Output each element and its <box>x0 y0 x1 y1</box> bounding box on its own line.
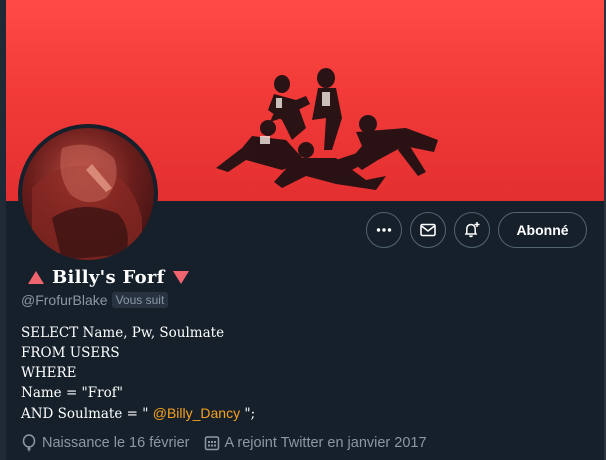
bell-plus-icon <box>464 222 480 238</box>
join-date-text: A rejoint Twitter en janvier 2017 <box>224 435 427 451</box>
profile-meta: Naissance le 16 février A rejoint Twitte… <box>21 433 441 453</box>
avatar-image <box>32 144 142 260</box>
calendar-icon <box>204 436 219 451</box>
bio-line: Name = "Frof" <box>21 385 123 401</box>
notifications-button[interactable] <box>454 212 490 248</box>
more-options-button[interactable] <box>366 212 402 248</box>
message-button[interactable] <box>410 212 446 248</box>
bio-text: "; <box>240 406 256 422</box>
following-button[interactable]: Abonné <box>498 212 587 248</box>
envelope-icon <box>420 223 436 237</box>
profile-header: Abonné Billy's Forf @FrofurBlake Vous su… <box>0 0 606 460</box>
bio-line: AND Soulmate = " @Billy_Dancy "; <box>21 403 255 424</box>
follows-you-badge: Vous suit <box>111 292 169 308</box>
more-horizontal-icon <box>376 228 392 232</box>
handle-row: @FrofurBlake Vous suit <box>21 291 169 309</box>
display-name: Billy's Forf <box>52 266 165 288</box>
birthdate-item: Naissance le 16 février <box>21 434 190 452</box>
triangle-down-icon <box>172 270 189 284</box>
birthdate-text: Naissance le 16 février <box>42 435 190 451</box>
display-name-row: Billy's Forf <box>22 265 189 289</box>
mention-link[interactable]: @Billy_Dancy <box>153 405 240 421</box>
bio-line: FROM USERS <box>21 345 120 361</box>
triangle-up-icon <box>28 270 44 284</box>
bio-text: AND Soulmate = " <box>21 406 153 422</box>
bio: SELECT Name, Pw, Soulmate FROM USERS WHE… <box>21 323 255 424</box>
user-handle: @FrofurBlake <box>21 292 108 308</box>
bio-line: WHERE <box>21 365 77 381</box>
join-date-item: A rejoint Twitter en janvier 2017 <box>204 435 427 451</box>
balloon-icon <box>22 434 36 452</box>
bio-line: SELECT Name, Pw, Soulmate <box>21 325 225 341</box>
profile-avatar[interactable] <box>18 124 158 264</box>
